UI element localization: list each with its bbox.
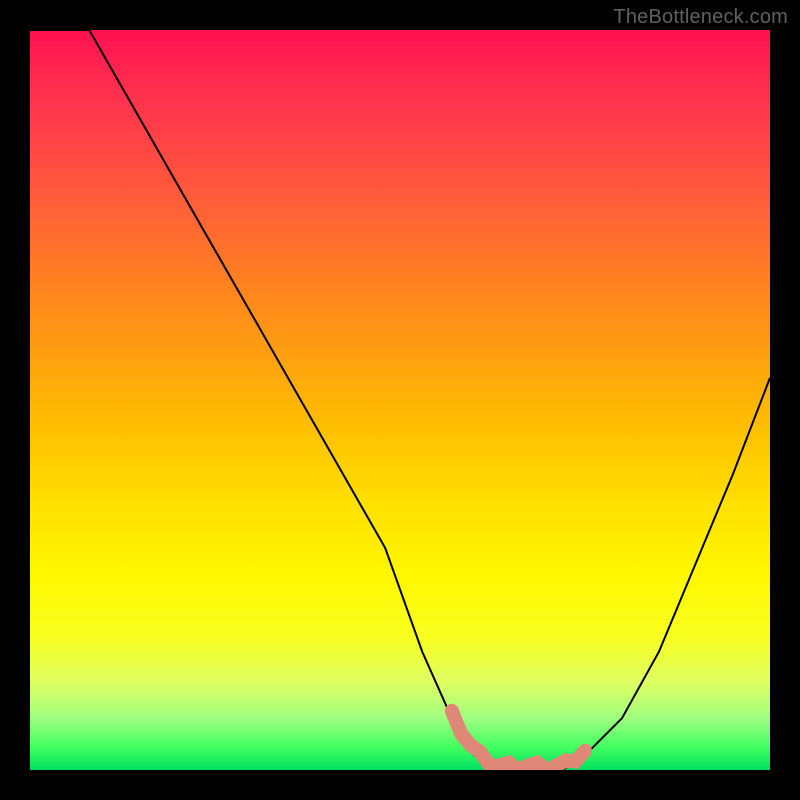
watermark-text: TheBottleneck.com (613, 6, 788, 29)
chart-curve-layer (30, 30, 770, 770)
flat-bottom-highlight (452, 711, 585, 770)
chart-plot-area (30, 30, 770, 770)
bottleneck-curve (30, 30, 770, 770)
